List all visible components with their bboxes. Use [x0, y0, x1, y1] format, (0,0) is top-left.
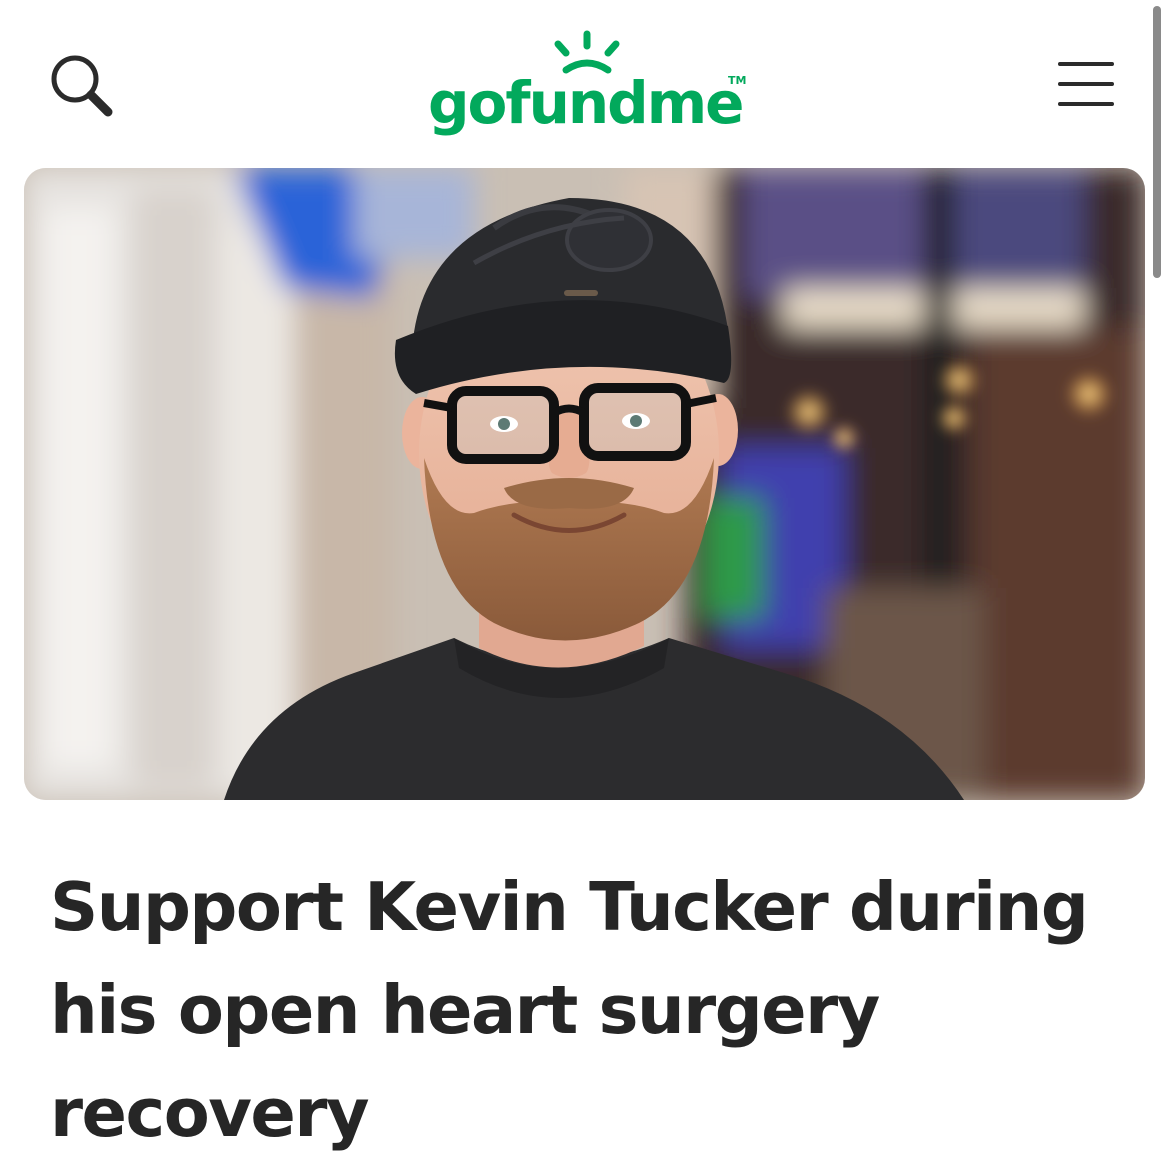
scrollbar[interactable]	[1153, 6, 1161, 278]
campaign-photo	[24, 168, 1145, 800]
campaign-title: Support Kevin Tucker during his open hea…	[50, 868, 1089, 1152]
hamburger-menu-icon	[1058, 62, 1114, 106]
campaign-hero-image	[24, 168, 1145, 800]
gofundme-campaign-page: gofundme TM Support Kevin Tucker during …	[0, 0, 1170, 1164]
gofundme-logo[interactable]: gofundme TM	[420, 30, 760, 140]
site-header: gofundme TM	[0, 0, 1170, 165]
logo-trademark: TM	[728, 74, 747, 87]
search-button[interactable]	[46, 50, 118, 122]
logo-wordmark: gofundme	[428, 69, 744, 137]
search-icon	[51, 55, 113, 117]
menu-button[interactable]	[1052, 56, 1122, 112]
